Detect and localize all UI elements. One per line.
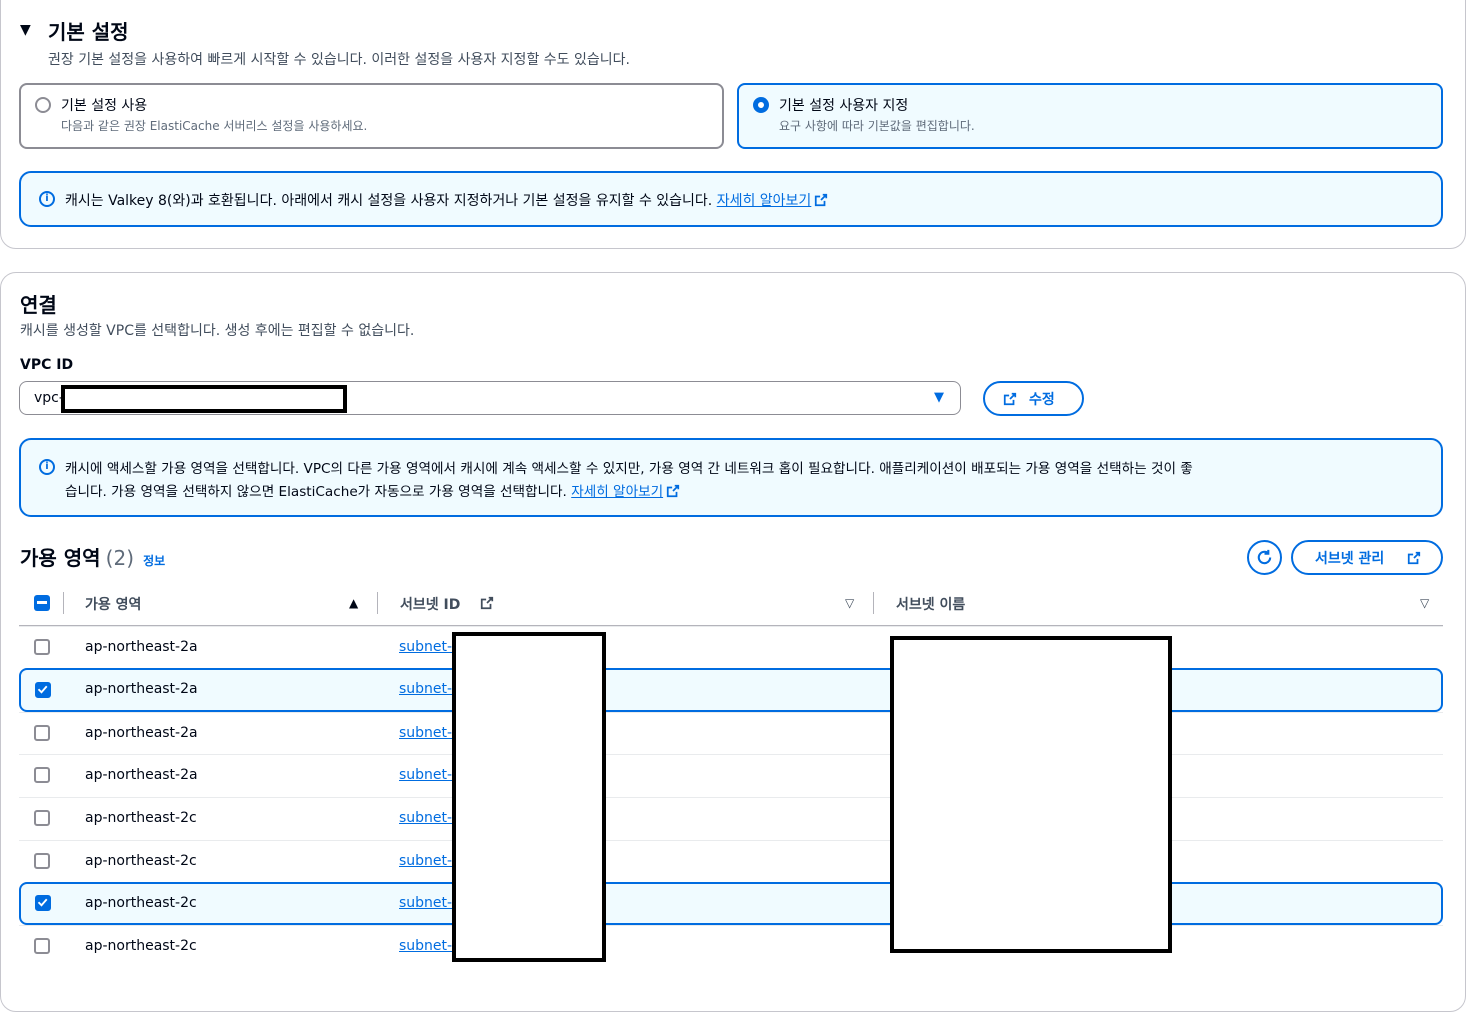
column-header-subnet-id[interactable]: 서브넷 ID xyxy=(400,594,460,614)
cell-subnet-link[interactable]: subnet- xyxy=(399,639,452,655)
info-icon: i xyxy=(39,191,55,207)
alert-line-1: 캐시에 액세스할 가용 영역을 선택합니다. VPC의 다른 가용 영역에서 캐… xyxy=(65,461,1193,477)
cell-az: ap-northeast-2c xyxy=(85,938,197,954)
redacted-subnet-ids xyxy=(452,632,606,962)
cell-az: ap-northeast-2c xyxy=(85,895,197,911)
sort-ascending-icon[interactable]: ▲ xyxy=(349,596,358,610)
cell-az: ap-northeast-2a xyxy=(85,681,198,697)
external-link-icon xyxy=(1407,551,1421,565)
edit-button-label: 수정 xyxy=(1029,392,1055,408)
connection-title: 연결 xyxy=(20,293,57,317)
cell-az: ap-northeast-2a xyxy=(85,767,198,783)
checkmark-icon xyxy=(37,898,48,907)
option-customize-defaults[interactable]: 기본 설정 사용자 지정 요구 사항에 따라 기본값을 편집합니다. xyxy=(737,83,1443,149)
radio-customize-defaults[interactable] xyxy=(753,97,769,113)
external-link-icon xyxy=(666,484,680,498)
edit-vpc-button[interactable]: 수정 xyxy=(983,381,1084,416)
redacted-vpc-id xyxy=(61,385,347,413)
column-header-az[interactable]: 가용 영역 xyxy=(85,594,141,614)
cell-subnet-link[interactable]: subnet- xyxy=(399,853,452,869)
default-settings-title: 기본 설정 xyxy=(48,20,129,44)
sort-icon[interactable]: ▽ xyxy=(845,596,854,610)
row-checkbox[interactable] xyxy=(34,853,50,869)
external-link-icon xyxy=(815,193,828,207)
refresh-icon xyxy=(1257,549,1272,565)
row-checkbox[interactable] xyxy=(34,639,50,655)
table-row[interactable]: ap-northeast-2a subnet- xyxy=(19,626,1443,669)
table-row[interactable]: ap-northeast-2a subnet- xyxy=(19,754,1443,797)
option-use-defaults[interactable]: 기본 설정 사용 다음과 같은 권장 ElastiCache 서버리스 설정을 … xyxy=(19,83,724,149)
table-row[interactable]: ap-northeast-2a subnet- xyxy=(19,668,1443,712)
option-label: 기본 설정 사용 xyxy=(61,98,148,114)
az-table-title: 가용 영역 xyxy=(20,546,101,570)
cell-az: ap-northeast-2a xyxy=(85,639,198,655)
table-row[interactable]: ap-northeast-2c subnet- xyxy=(19,882,1443,925)
checkmark-icon xyxy=(37,685,48,694)
az-selected-count: (2) xyxy=(105,546,135,570)
table-row[interactable]: ap-northeast-2a subnet- xyxy=(19,712,1443,755)
table-row[interactable]: ap-northeast-2c subnet- xyxy=(19,925,1443,968)
external-link-icon xyxy=(480,596,494,610)
vpc-id-value: vpc- xyxy=(34,390,64,406)
info-icon: i xyxy=(39,459,55,475)
option-label: 기본 설정 사용자 지정 xyxy=(779,98,909,114)
caret-down-icon: ▼ xyxy=(934,390,944,405)
manage-subnets-label: 서브넷 관리 xyxy=(1315,551,1385,567)
column-separator xyxy=(873,592,874,614)
row-checkbox[interactable] xyxy=(34,938,50,954)
learn-more-link[interactable]: 자세히 알아보기 xyxy=(717,193,812,209)
row-checkbox[interactable] xyxy=(34,725,50,741)
alert-line-2: 습니다. 가용 영역을 선택하지 않으면 ElastiCache가 자동으로 가… xyxy=(65,484,567,500)
sort-icon[interactable]: ▽ xyxy=(1420,596,1429,610)
option-desc: 다음과 같은 권장 ElastiCache 서버리스 설정을 사용하세요. xyxy=(61,119,368,133)
option-desc: 요구 사항에 따라 기본값을 편집합니다. xyxy=(779,119,975,133)
redacted-subnet-names xyxy=(890,636,1172,953)
cell-subnet-link[interactable]: subnet- xyxy=(399,810,452,826)
info-link[interactable]: 정보 xyxy=(143,554,165,568)
cell-subnet-link[interactable]: subnet- xyxy=(399,938,452,954)
row-checkbox[interactable] xyxy=(34,810,50,826)
az-info-alert: i 캐시에 액세스할 가용 영역을 선택합니다. VPC의 다른 가용 영역에서… xyxy=(19,438,1443,517)
select-all-checkbox[interactable] xyxy=(34,595,50,611)
external-link-icon xyxy=(1003,392,1017,406)
radio-use-defaults[interactable] xyxy=(35,97,51,113)
row-checkbox[interactable] xyxy=(35,895,51,911)
cell-subnet-link[interactable]: subnet- xyxy=(399,725,452,741)
cell-subnet-link[interactable]: subnet- xyxy=(399,767,452,783)
column-header-subnet-name[interactable]: 서브넷 이름 xyxy=(896,594,965,614)
column-separator xyxy=(377,592,378,614)
cell-az: ap-northeast-2a xyxy=(85,725,198,741)
column-separator xyxy=(63,592,64,614)
refresh-button[interactable] xyxy=(1247,540,1282,575)
table-row[interactable]: ap-northeast-2c subnet- xyxy=(19,840,1443,883)
connection-description: 캐시를 생성할 VPC를 선택합니다. 생성 후에는 편집할 수 없습니다. xyxy=(20,323,415,339)
default-settings-description: 권장 기본 설정을 사용하여 빠르게 시작할 수 있습니다. 이러한 설정을 사… xyxy=(48,52,630,68)
cell-subnet-link[interactable]: subnet- xyxy=(399,895,452,911)
cell-az: ap-northeast-2c xyxy=(85,810,197,826)
indeterminate-icon xyxy=(37,601,47,604)
row-checkbox[interactable] xyxy=(35,682,51,698)
alert-text: 캐시는 Valkey 8(와)과 호환됩니다. 아래에서 캐시 설정을 사용자 … xyxy=(65,193,713,209)
cell-az: ap-northeast-2c xyxy=(85,853,197,869)
vpc-id-label: VPC ID xyxy=(20,357,74,373)
table-row[interactable]: ap-northeast-2c subnet- xyxy=(19,797,1443,840)
cell-subnet-link[interactable]: subnet- xyxy=(399,681,452,697)
row-checkbox[interactable] xyxy=(34,767,50,783)
collapse-caret-icon[interactable]: ▼ xyxy=(20,22,31,38)
manage-subnets-button[interactable]: 서브넷 관리 xyxy=(1291,540,1443,575)
compatibility-info-alert: i 캐시는 Valkey 8(와)과 호환됩니다. 아래에서 캐시 설정을 사용… xyxy=(19,171,1443,227)
learn-more-link[interactable]: 자세히 알아보기 xyxy=(571,484,663,500)
